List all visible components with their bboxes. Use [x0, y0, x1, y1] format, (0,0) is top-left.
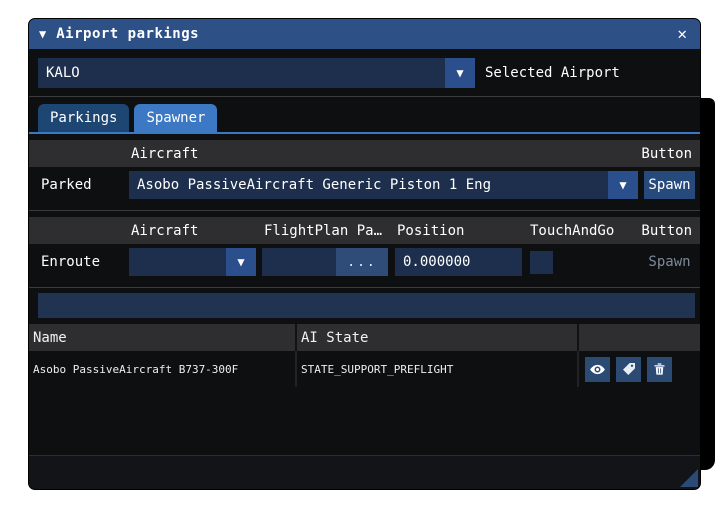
- close-icon[interactable]: ✕: [674, 25, 690, 43]
- status-bar: [38, 293, 695, 318]
- view-button[interactable]: [585, 356, 610, 382]
- ai-state-cell: STATE_SUPPORT_PREFLIGHT: [297, 351, 579, 387]
- flightplan-browse-button[interactable]: ...: [336, 248, 388, 276]
- parked-aircraft-combobox[interactable]: Asobo PassiveAircraft Generic Piston 1 E…: [129, 171, 638, 199]
- trash-icon: [652, 361, 667, 377]
- selected-airport-value: KALO: [46, 65, 80, 81]
- enroute-aircraft-combobox[interactable]: ▼: [129, 248, 256, 276]
- enroute-aircraft-value: [129, 248, 226, 276]
- enroute-row-label: Enroute: [41, 254, 101, 270]
- enroute-flightplan-field[interactable]: ...: [262, 248, 388, 276]
- parked-row-label: Parked: [41, 177, 92, 193]
- delete-button[interactable]: [647, 356, 672, 382]
- selected-airport-combobox[interactable]: KALO ▼: [38, 58, 475, 88]
- tab-underline: [29, 132, 700, 134]
- column-header-ai-state[interactable]: AI State: [297, 324, 579, 351]
- tag-icon: [621, 361, 637, 377]
- tab-spawner[interactable]: Spawner: [134, 104, 218, 132]
- window-footer: [29, 455, 700, 489]
- parked-aircraft-value: Asobo PassiveAircraft Generic Piston 1 E…: [137, 177, 492, 193]
- parked-header-row: Aircraft Button: [29, 140, 700, 167]
- table-header: Name AI State: [29, 324, 700, 351]
- enroute-header-button: Button: [641, 222, 692, 239]
- tag-button[interactable]: [616, 356, 641, 382]
- parked-row: Parked Asobo PassiveAircraft Generic Pis…: [29, 170, 700, 200]
- enroute-row: Enroute ▼ ... 0.000000 Spawn: [29, 247, 700, 277]
- column-header-name[interactable]: Name: [29, 324, 297, 351]
- tab-parkings[interactable]: Parkings: [38, 104, 130, 132]
- enroute-header-flightplan: FlightPlan Pa…: [264, 222, 383, 239]
- enroute-header-touchandgo: TouchAndGo: [530, 222, 615, 239]
- selected-airport-label: Selected Airport: [485, 65, 620, 81]
- divider: [29, 210, 700, 211]
- column-header-actions: [579, 324, 700, 351]
- airport-selector-row: KALO ▼ Selected Airport: [29, 57, 700, 89]
- title-bar[interactable]: ▼ Airport parkings ✕: [29, 19, 700, 49]
- window-shadow: [701, 98, 715, 470]
- table-row[interactable]: Asobo PassiveAircraft B737-300F STATE_SU…: [29, 351, 700, 387]
- chevron-down-icon[interactable]: ▼: [608, 171, 638, 199]
- ai-aircraft-table: Name AI State Asobo PassiveAircraft B737…: [29, 324, 700, 455]
- tab-bar: Parkings Spawner: [29, 104, 700, 132]
- enroute-header-aircraft: Aircraft: [131, 222, 199, 239]
- divider: [29, 287, 700, 288]
- window-title: Airport parkings: [56, 26, 200, 42]
- parked-header-button: Button: [641, 145, 692, 162]
- resize-grip[interactable]: [680, 469, 698, 487]
- chevron-down-icon[interactable]: ▼: [445, 58, 475, 88]
- chevron-down-icon[interactable]: ▼: [226, 248, 256, 276]
- enroute-flightplan-value: [262, 248, 336, 276]
- collapse-icon[interactable]: ▼: [39, 28, 46, 40]
- touchandgo-checkbox[interactable]: [530, 250, 553, 274]
- eye-icon: [589, 361, 606, 378]
- row-actions: [579, 351, 700, 387]
- enroute-header-position: Position: [397, 222, 465, 239]
- aircraft-name-cell: Asobo PassiveAircraft B737-300F: [29, 351, 297, 387]
- window-content: KALO ▼ Selected Airport Parkings Spawner…: [29, 49, 700, 489]
- screen: ▼ Airport parkings ✕ KALO ▼ Selected Air…: [0, 0, 726, 513]
- parked-spawn-button[interactable]: Spawn: [644, 171, 695, 199]
- parked-header-aircraft: Aircraft: [131, 145, 199, 162]
- divider: [29, 96, 700, 97]
- enroute-header-row: Aircraft FlightPlan Pa… Position TouchAn…: [29, 217, 700, 244]
- enroute-spawn-button[interactable]: Spawn: [644, 248, 695, 276]
- enroute-position-field[interactable]: 0.000000: [395, 248, 522, 276]
- airport-parkings-window: ▼ Airport parkings ✕ KALO ▼ Selected Air…: [28, 18, 701, 490]
